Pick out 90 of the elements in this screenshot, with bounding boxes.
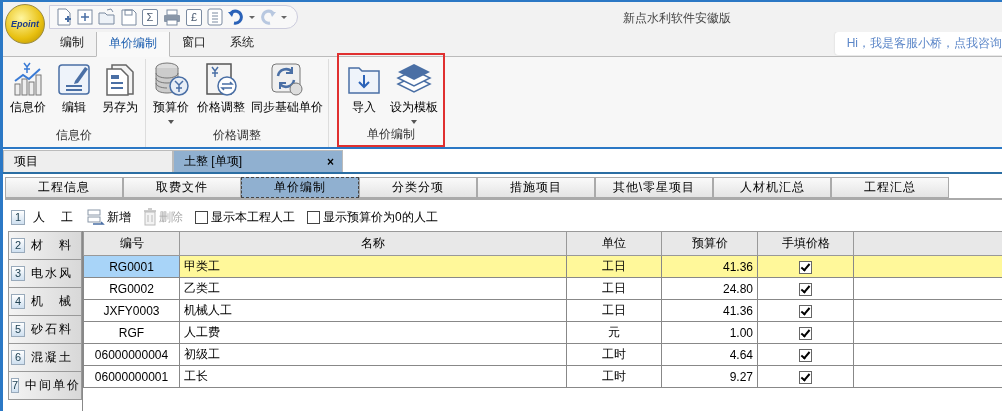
table-cell: RG0002 [83,277,180,300]
category-tab[interactable]: 4 机 械 [8,288,82,316]
table-cell: 机械人工 [179,299,567,322]
ribbon-button[interactable]: 编辑 [51,59,97,118]
ribbon-tab[interactable]: 单价编制 [96,30,170,57]
ribbon-tab[interactable]: 编制 [48,30,96,56]
table-cell: RG0001 [83,255,180,278]
column-header[interactable]: 手填价格 [757,231,854,256]
edit-icon [57,61,91,97]
caret-icon[interactable] [281,15,287,19]
table-cell: 4.64 [661,343,758,366]
add-icon[interactable] [77,8,93,26]
toolbar-icon[interactable]: £ [186,8,202,26]
ribbon-tab[interactable]: 系统 [218,30,266,56]
checkbox[interactable] [799,348,812,362]
table-cell: 24.80 [661,277,758,300]
table-cell: 初级工 [179,343,567,366]
page-tab[interactable]: 工程汇总 [831,177,949,198]
table-cell: 工日 [566,299,662,322]
checkbox[interactable] [799,304,812,318]
ribbon-button[interactable]: 同步基础单价 [248,59,326,118]
chart-icon [12,61,44,97]
ribbon-button[interactable]: 另存为 [97,59,143,118]
table-cell: 工日 [566,277,662,300]
document-tab[interactable]: 土整 [单项] × [173,150,343,172]
table-cell: 41.36 [661,299,758,322]
table-cell: 工时 [566,343,662,366]
table-cell: 1.00 [661,321,758,344]
page-tab[interactable]: 其他\零星项目 [595,177,713,198]
undo-icon[interactable] [228,9,244,25]
toolbar-icon[interactable]: Σ [142,8,158,26]
page-tab[interactable]: 措施项目 [477,177,595,198]
document-tab[interactable]: 项目 [3,150,173,172]
page-tab[interactable]: 取费文件 [123,177,241,198]
checkbox[interactable] [307,210,320,224]
print-icon[interactable] [163,8,181,26]
category-button[interactable]: 1 人 工 [11,208,75,226]
trash-icon [143,208,157,226]
ribbon-button[interactable]: 导入 [341,59,387,118]
category-tab[interactable]: 7 中间单价 [8,372,82,400]
table-cell: 06000000001 [83,365,180,388]
refresh-icon [270,61,304,97]
table-cell: 甲类工 [179,255,567,278]
ribbon-tab[interactable]: 窗口 [170,30,218,56]
column-header[interactable]: 单位 [566,231,662,256]
page-tab[interactable]: 人材机汇总 [713,177,831,198]
new-file-icon[interactable] [56,8,72,26]
ribbon-button[interactable]: 价格调整 [194,59,248,118]
add-button[interactable]: 新增 [87,208,131,226]
table-cell: 9.27 [661,365,758,388]
coins-icon [153,61,189,97]
page-tab[interactable]: 工程信息 [5,177,123,198]
page-tab[interactable]: 分类分项 [359,177,477,198]
column-header[interactable]: 预算价 [661,231,758,256]
checkbox[interactable] [799,260,812,274]
table-cell: 乙类工 [179,277,567,300]
checkbox[interactable] [799,370,812,384]
chat-bubble[interactable]: Hi，我是客服小桥，点我咨询 [834,32,1002,55]
group-label: 信息价 [55,127,93,144]
ribbon-button[interactable]: 预算价 [148,59,194,126]
table-cell: 工长 [179,365,567,388]
category-tab[interactable]: 3 电水风 [8,260,82,288]
group-label: 价格调整 [212,127,262,144]
table-cell: 06000000004 [83,343,180,366]
table-cell: JXFY0003 [83,299,180,322]
group-label: 单价编制 [366,126,416,143]
table-cell: 工时 [566,365,662,388]
table-cell: 元 [566,321,662,344]
ribbon-button[interactable]: 设为模板 [387,59,441,126]
checkbox[interactable] [799,282,812,296]
column-header[interactable]: 编号 [83,231,180,256]
category-tab[interactable]: 2 材 料 [8,231,82,260]
logo[interactable]: Epoint [5,4,45,44]
checkbox[interactable] [799,326,812,340]
caret-icon[interactable] [249,15,255,19]
checkbox-label: 显示本工程人工 [211,208,295,226]
table-cell: 人工费 [179,321,567,344]
ribbon-button[interactable]: 信息价 [5,59,51,118]
category-tab[interactable]: 6 混凝土 [8,344,82,372]
column-header[interactable]: 名称 [179,231,567,256]
category-tab[interactable]: 5 砂石料 [8,316,82,344]
document-icon [104,61,136,97]
table-cell: RGF [83,321,180,344]
checkbox-label: 显示预算价为0的人工 [323,208,438,226]
close-button[interactable]: × [327,154,334,169]
checkbox[interactable] [195,210,208,224]
window-title: 新点水利软件安徽版 [623,10,731,27]
page-tab[interactable]: 单价编制 [241,177,359,198]
add-row-icon [87,208,105,226]
exchange-icon [204,61,238,97]
